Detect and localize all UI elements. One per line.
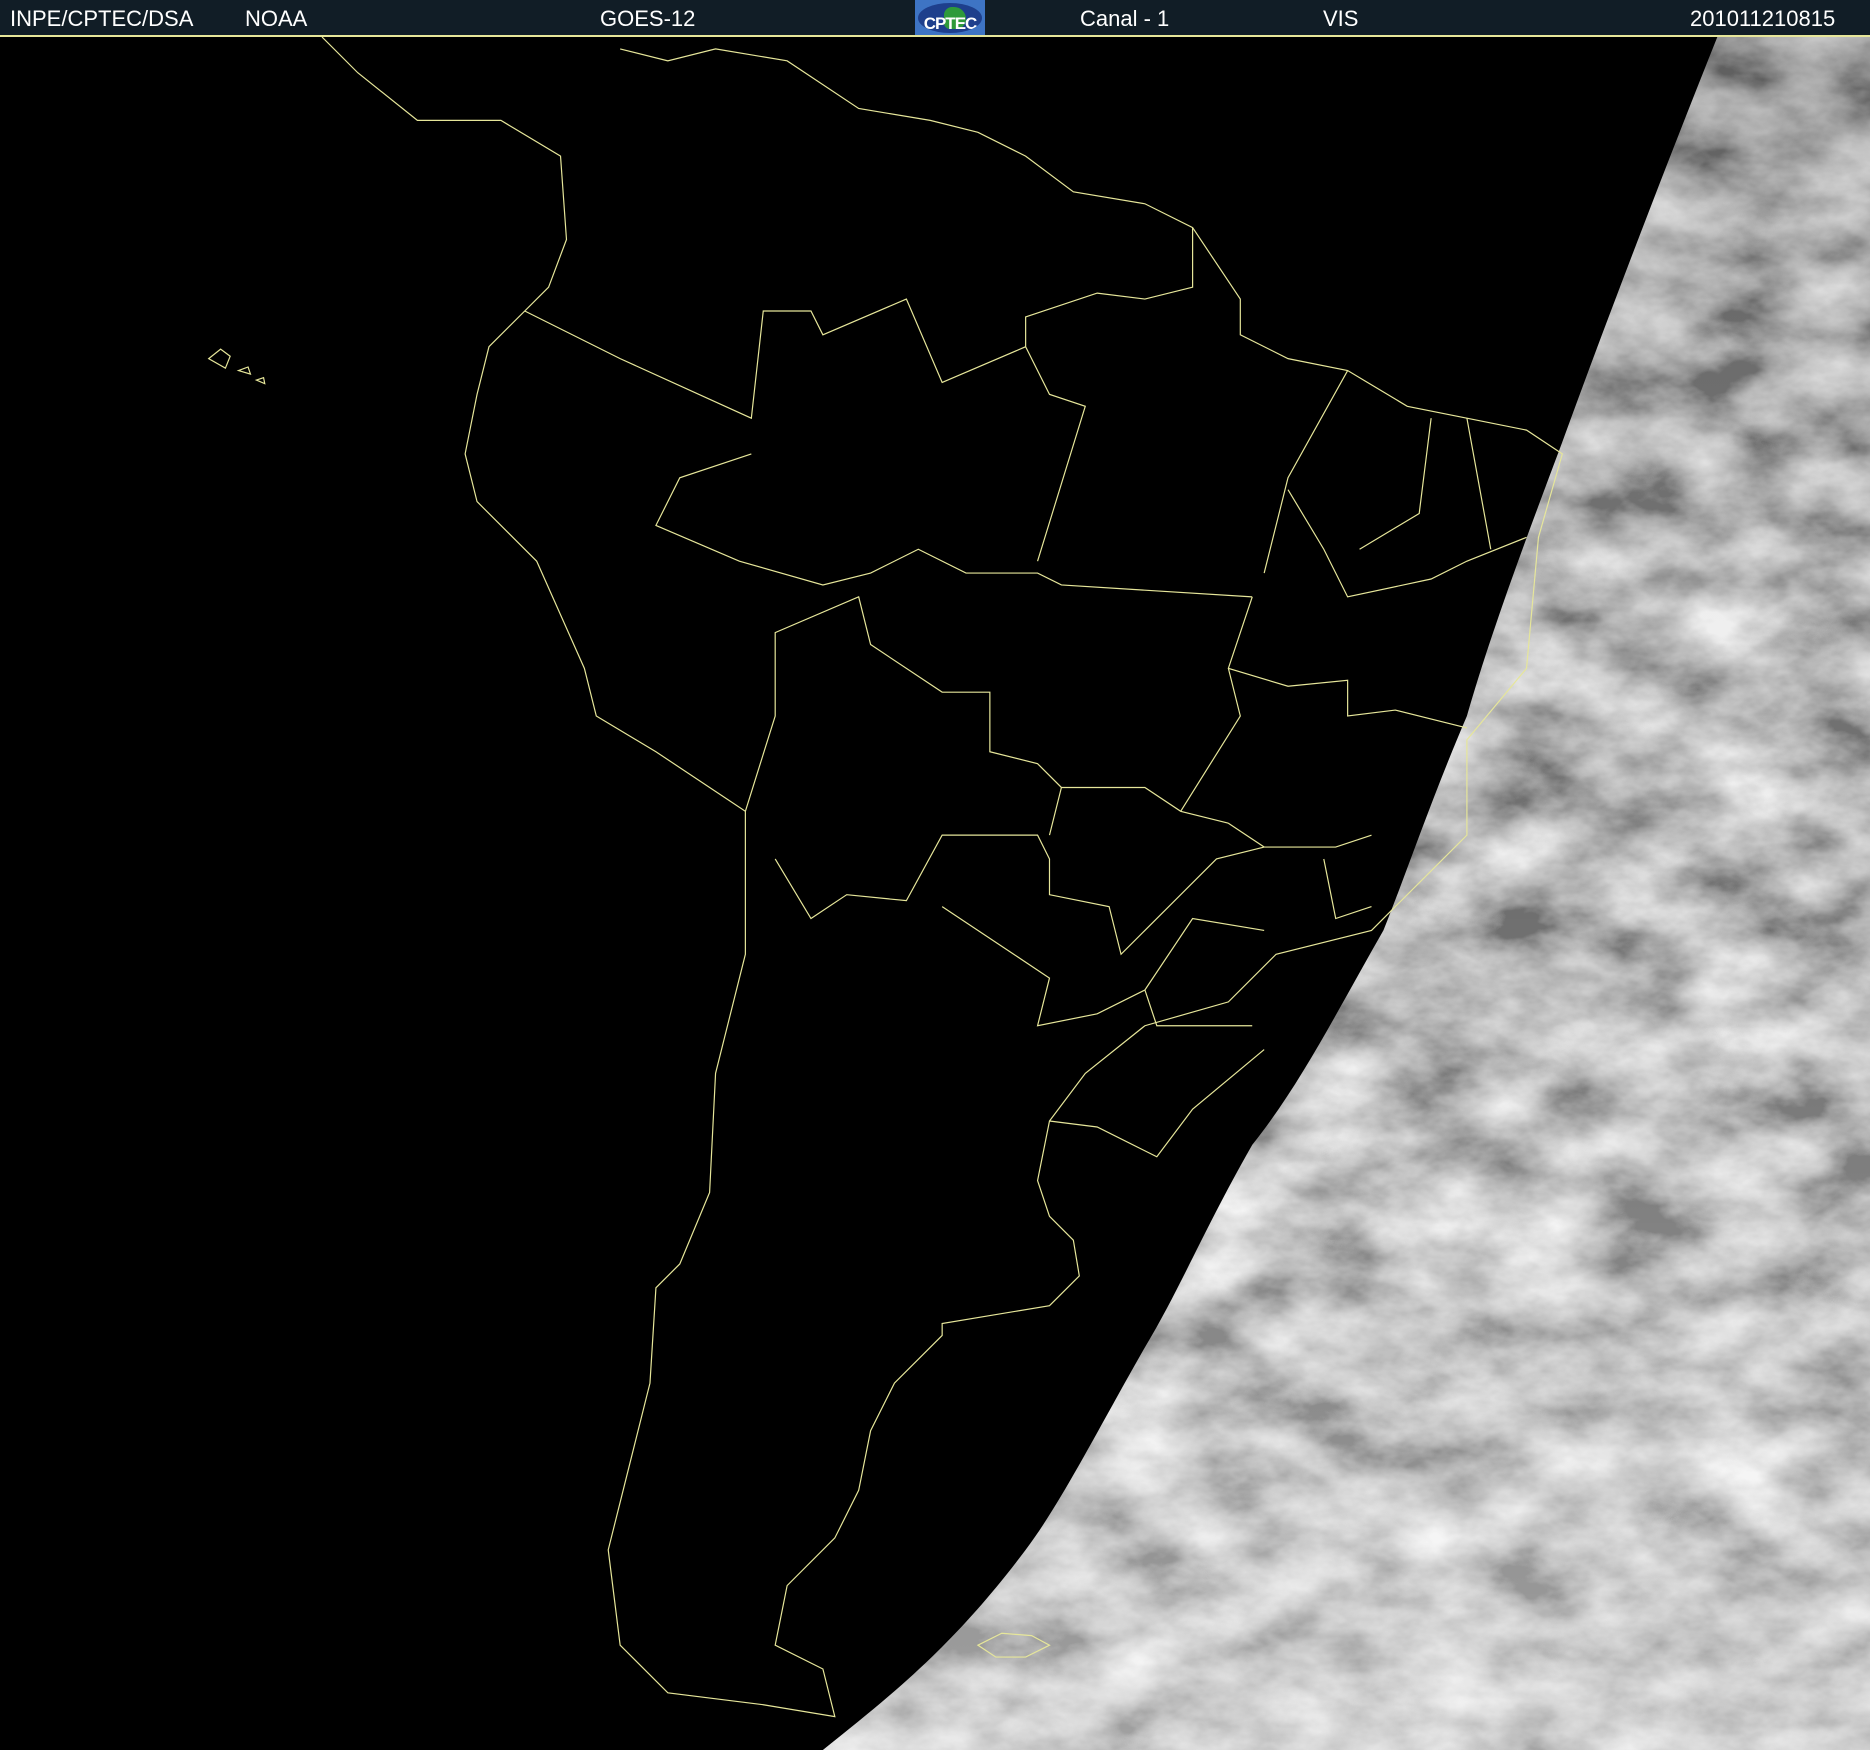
agency-label: NOAA [245,6,308,31]
cptec-logo: CPTEC [915,0,985,35]
header-bar: INPE/CPTEC/DSA NOAA GOES-12 CPTEC Canal … [0,0,1870,37]
band-label: VIS [1323,6,1359,31]
channel-label: Canal - 1 [1080,6,1170,31]
satellite-image [0,37,1870,1750]
source-label: INPE/CPTEC/DSA [10,6,194,31]
timestamp-label: 201011210815 [1690,6,1836,31]
satellite-label: GOES-12 [600,6,696,31]
